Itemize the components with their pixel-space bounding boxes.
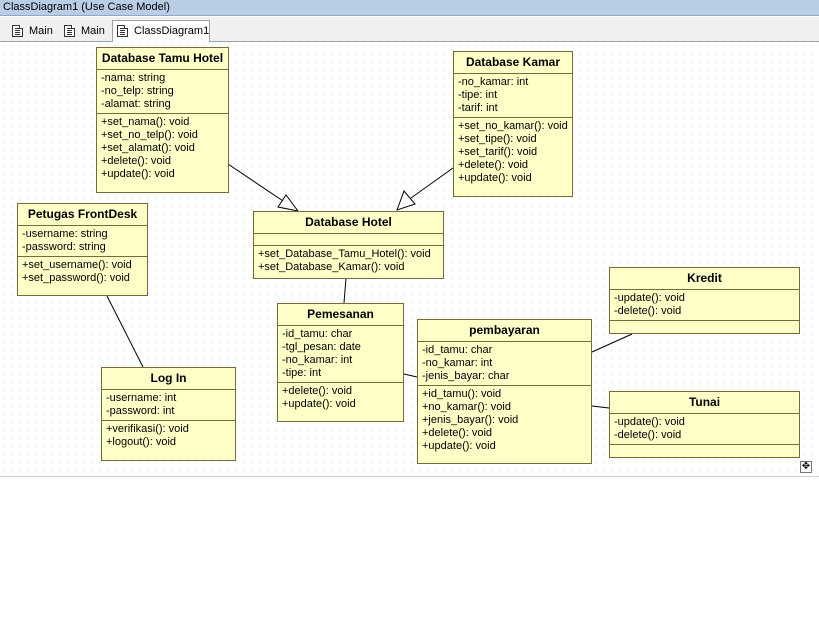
attributes-section: -id_tamu: char -no_kamar: int -jenis_bay…	[418, 342, 591, 386]
tab-label: Main	[81, 25, 105, 37]
tab-label: Main	[29, 25, 53, 37]
attribute: -username: string	[22, 228, 108, 240]
attribute: -tgl_pesan: date	[282, 341, 361, 353]
attribute: -password: int	[106, 405, 175, 417]
attribute: -alamat: string	[101, 98, 171, 110]
class-name: pembayaran	[418, 320, 591, 342]
operations-section	[610, 321, 799, 331]
operation: +update(): void	[422, 440, 496, 452]
operation: +delete(): void	[458, 159, 529, 171]
attribute: -tipe: int	[282, 367, 322, 379]
class-name: Tunai	[610, 392, 799, 414]
diagram-icon	[12, 25, 23, 37]
attributes-section: -username: int -password: int	[102, 390, 235, 421]
operation: +delete(): void	[101, 155, 172, 167]
class-kredit[interactable]: Kredit -update(): void -delete(): void	[609, 267, 800, 334]
attribute: -username: int	[106, 392, 177, 404]
tab-main-2[interactable]: Main	[60, 21, 110, 42]
attribute: -jenis_bayar: char	[422, 370, 510, 382]
attribute: -no_kamar: int	[282, 354, 353, 366]
class-name: Petugas FrontDesk	[18, 204, 147, 226]
operation: +set_password(): void	[22, 272, 130, 284]
attribute: -delete(): void	[614, 429, 682, 441]
attribute: -tipe: int	[458, 89, 498, 101]
operations-section: +set_no_kamar(): void +set_tipe(): void …	[454, 118, 572, 187]
operation: +id_tamu(): void	[422, 388, 502, 400]
operations-section: +id_tamu(): void +no_kamar(): void +jeni…	[418, 386, 591, 455]
attribute: -delete(): void	[614, 305, 682, 317]
operation: +jenis_bayar(): void	[422, 414, 519, 426]
move-handle-icon[interactable]: ✥	[800, 461, 812, 473]
operation: +verifikasi(): void	[106, 423, 189, 435]
attribute: -id_tamu: char	[422, 344, 493, 356]
class-name: Database Hotel	[254, 212, 443, 234]
attribute: -update(): void	[614, 416, 685, 428]
tab-label: ClassDiagram1	[134, 25, 210, 37]
attributes-section: -nama: string -no_telp: string -alamat: …	[97, 70, 228, 114]
operation: +delete(): void	[422, 427, 493, 439]
attribute: -nama: string	[101, 72, 166, 84]
attributes-section: -id_tamu: char -tgl_pesan: date -no_kama…	[278, 326, 403, 383]
operations-section: +set_username(): void +set_password(): v…	[18, 257, 147, 287]
operation: +set_username(): void	[22, 259, 132, 271]
operation: +update(): void	[101, 168, 175, 180]
class-name: Log In	[102, 368, 235, 390]
attributes-section: -no_kamar: int -tipe: int -tarif: int	[454, 74, 572, 118]
operations-section: +verifikasi(): void +logout(): void	[102, 421, 235, 451]
attribute: -password: string	[22, 241, 106, 253]
operation: +set_tarif(): void	[458, 146, 538, 158]
class-database-hotel[interactable]: Database Hotel +set_Database_Tamu_Hotel(…	[253, 211, 444, 279]
operation: +update(): void	[282, 398, 356, 410]
class-database-kamar[interactable]: Database Kamar -no_kamar: int -tipe: int…	[453, 51, 573, 197]
operation: +set_no_kamar(): void	[458, 120, 568, 132]
operation: +update(): void	[458, 172, 532, 184]
operation: +set_alamat(): void	[101, 142, 195, 154]
attribute: -no_kamar: int	[422, 357, 493, 369]
class-tunai[interactable]: Tunai -update(): void -delete(): void	[609, 391, 800, 458]
attributes-section: -update(): void -delete(): void	[610, 414, 799, 445]
attribute: -no_telp: string	[101, 85, 174, 97]
attribute: -update(): void	[614, 292, 685, 304]
attributes-section	[254, 234, 443, 246]
operations-section: +set_nama(): void +set_no_telp(): void +…	[97, 114, 228, 183]
operation: +logout(): void	[106, 436, 177, 448]
tab-bar: Main Main ClassDiagram1	[0, 17, 819, 42]
class-name: Database Tamu Hotel	[97, 48, 228, 70]
class-database-tamu-hotel[interactable]: Database Tamu Hotel -nama: string -no_te…	[96, 47, 229, 193]
operation: +delete(): void	[282, 385, 353, 397]
class-pemesanan[interactable]: Pemesanan -id_tamu: char -tgl_pesan: dat…	[277, 303, 404, 422]
tab-main-1[interactable]: Main	[8, 21, 58, 42]
operation: +set_Database_Tamu_Hotel(): void	[258, 248, 431, 260]
operations-section: +delete(): void +update(): void	[278, 383, 403, 413]
class-pembayaran[interactable]: pembayaran -id_tamu: char -no_kamar: int…	[417, 319, 592, 464]
operation: +no_kamar(): void	[422, 401, 511, 413]
attribute: -no_kamar: int	[458, 76, 529, 88]
class-name: Kredit	[610, 268, 799, 290]
attribute: -id_tamu: char	[282, 328, 353, 340]
attribute: -tarif: int	[458, 102, 498, 114]
operation: +set_tipe(): void	[458, 133, 537, 145]
operations-section: +set_Database_Tamu_Hotel(): void +set_Da…	[254, 246, 443, 276]
operation: +set_no_telp(): void	[101, 129, 198, 141]
operation: +set_nama(): void	[101, 116, 190, 128]
attributes-section: -update(): void -delete(): void	[610, 290, 799, 321]
window-title: ClassDiagram1 (Use Case Model)	[0, 0, 819, 16]
operation: +set_Database_Kamar(): void	[258, 261, 405, 273]
operations-section	[610, 445, 799, 455]
class-log-in[interactable]: Log In -username: int -password: int +ve…	[101, 367, 236, 461]
class-petugas-frontdesk[interactable]: Petugas FrontDesk -username: string -pas…	[17, 203, 148, 296]
diagram-icon	[117, 25, 128, 37]
class-name: Database Kamar	[454, 52, 572, 74]
attributes-section: -username: string -password: string	[18, 226, 147, 257]
diagram-icon	[64, 25, 75, 37]
tab-classdiagram1[interactable]: ClassDiagram1	[112, 20, 210, 42]
class-name: Pemesanan	[278, 304, 403, 326]
